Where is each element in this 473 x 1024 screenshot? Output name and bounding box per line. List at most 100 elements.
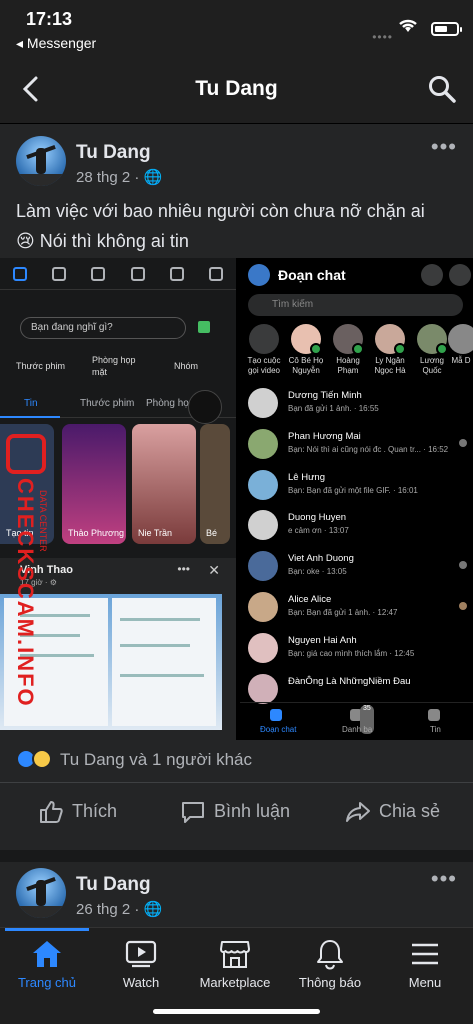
comment-button[interactable]: Bình luận xyxy=(180,799,320,825)
more-options-icon[interactable]: ••• xyxy=(431,866,457,892)
watermark-logo xyxy=(6,434,46,474)
next-post: Tu Dang 26 thg 2 · 🌐 ••• xyxy=(0,862,473,932)
post-date: 28 thg 2 · 🌐 xyxy=(76,168,162,186)
post-author[interactable]: Tu Dang xyxy=(76,874,151,896)
contact-story: Mẫ D xyxy=(448,324,473,366)
home-icon xyxy=(12,266,27,281)
messenger-tabs: Đoạn chat 35 Danh bạ Tin xyxy=(240,702,473,740)
reactions-row[interactable]: Tu Dang và 1 người khác xyxy=(16,746,456,776)
feed-more-icon: ••• xyxy=(177,562,190,576)
post-text-line: 😢 Nói thì không ai tin xyxy=(16,231,189,251)
home-icon xyxy=(33,941,61,967)
groups-icon xyxy=(91,266,106,281)
tab-notifications-label: Thông báo xyxy=(298,975,362,990)
tab-home[interactable]: Trang chủ xyxy=(0,938,94,990)
quick-actions: Thước phim Phòng họp mặt Nhóm xyxy=(0,350,236,384)
camera-icon xyxy=(421,264,443,286)
post-text-line: Làm việc với bao nhiêu người còn chưa nỡ… xyxy=(16,201,425,221)
tab-home-label: Trang chủ xyxy=(17,975,77,990)
chat-row: Nguyen Hai Anh Bạn: giá cao mình thích lắ… xyxy=(240,629,473,670)
reactions-summary: Tu Dang và 1 người khác xyxy=(60,750,252,769)
signal-icon: •••• xyxy=(372,30,393,44)
bell-icon xyxy=(169,266,184,281)
tab-stories: Tin xyxy=(24,398,38,409)
tab-marketplace[interactable]: Marketplace xyxy=(188,938,282,990)
share-label: Chia sẻ xyxy=(379,801,441,821)
menu-icon xyxy=(209,266,224,281)
post-date-text: 26 thg 2 · xyxy=(76,901,140,918)
chat-row: Dương Tiến Minh Bạn đã gửi 1 ảnh. · 16:55 xyxy=(240,384,473,425)
status-time: 17:13 xyxy=(26,9,73,29)
more-options-icon[interactable]: ••• xyxy=(431,134,457,160)
tab-notifications[interactable]: Thông báo xyxy=(283,938,377,990)
bell-icon xyxy=(317,940,343,970)
share-button[interactable]: Chia sẻ xyxy=(345,799,455,825)
watch-icon xyxy=(125,940,157,968)
messenger-title: Đoạn chat xyxy=(278,267,346,283)
globe-icon: 🌐 xyxy=(143,901,163,918)
friends-icon xyxy=(51,266,66,281)
chat-list: Dương Tiến Minh Bạn đã gửi 1 ảnh. · 16:55… xyxy=(240,384,473,710)
marketplace-icon xyxy=(220,941,250,968)
post-date: 26 thg 2 · 🌐 xyxy=(76,900,162,918)
watch-icon xyxy=(130,266,145,281)
quick-rooms: Phòng họp mặt xyxy=(92,355,136,377)
post-body: Làm việc với bao nhiêu người còn chưa nỡ… xyxy=(16,196,456,256)
feed-separator xyxy=(0,850,473,862)
wifi-icon xyxy=(399,19,417,32)
chat-row: Alice Alice Bạn: Bạn đã gửi 1 ảnh. · 12:4… xyxy=(240,588,473,629)
status-bar: 17:13 ◂ Messenger •••• xyxy=(0,0,473,56)
home-indicator xyxy=(153,1009,320,1014)
share-icon xyxy=(346,802,370,822)
mute-icon xyxy=(188,390,222,424)
post-actions: Thích Bình luận Chia sẻ xyxy=(0,782,473,840)
search-icon[interactable] xyxy=(427,74,457,104)
tab-menu[interactable]: Menu xyxy=(378,938,472,990)
messenger-header: Đoạn chat xyxy=(248,264,473,292)
author-avatar[interactable] xyxy=(16,868,66,918)
composer: Bạn đang nghĩ gì? xyxy=(0,313,236,343)
like-label: Thích xyxy=(72,801,118,821)
bottom-tab-bar: Trang chủ Watch Marketplace Thông báo Me… xyxy=(0,927,473,1024)
author-avatar[interactable] xyxy=(16,136,66,186)
messenger-avatar xyxy=(248,264,270,286)
post-image[interactable]: Bạn đang nghĩ gì? Thước phim Phòng họp m… xyxy=(0,258,473,740)
messenger-screenshot: Đoạn chat Tìm kiếm Tạo cuộc gọi video Cô… xyxy=(240,258,473,740)
like-button[interactable]: Thích xyxy=(38,799,138,825)
post-date-text: 28 thg 2 · xyxy=(76,169,140,186)
watermark-subtext: DATA CENTER xyxy=(38,490,48,552)
messenger-tab-contacts: Danh bạ xyxy=(342,725,373,734)
post-author[interactable]: Tu Dang xyxy=(76,142,151,164)
tab-indicator xyxy=(0,416,60,418)
fb-top-icons xyxy=(0,258,236,290)
messenger-search: Tìm kiếm xyxy=(248,294,463,316)
story-label: Bé xyxy=(206,528,218,538)
tab-reels: Thước phim xyxy=(80,398,135,409)
chat-row: Viet Anh Duong Bạn: oke · 13:05 xyxy=(240,547,473,588)
back-to-messenger-link[interactable]: ◂ Messenger xyxy=(16,35,96,52)
hamburger-menu-icon xyxy=(412,943,438,965)
story-label: Thảo Phương xyxy=(68,528,124,538)
photo-icon xyxy=(198,321,210,333)
tab-marketplace-label: Marketplace xyxy=(199,975,271,990)
active-tab-indicator xyxy=(5,928,89,931)
story-card: Nie Trần xyxy=(132,424,196,544)
contact-story: Cô Bé Họ Nguyễn xyxy=(284,324,328,376)
stories-tab-icon xyxy=(428,709,440,721)
story-card: Bé xyxy=(200,424,230,544)
globe-icon: 🌐 xyxy=(143,169,163,186)
composer-placeholder: Bạn đang nghĩ gì? xyxy=(20,317,186,339)
contact-story: Tạo cuộc gọi video xyxy=(242,324,286,376)
thumbs-up-icon xyxy=(40,801,63,823)
tab-watch-label: Watch xyxy=(122,975,160,990)
contact-story: Ly Ngân Ngọc Hà xyxy=(368,324,412,376)
tab-watch[interactable]: Watch xyxy=(94,938,188,990)
top-nav: Tu Dang xyxy=(0,56,473,124)
story-card: Thảo Phương xyxy=(62,424,126,544)
messenger-tab-stories: Tin xyxy=(430,725,441,734)
watermark-text: CHECKSCAM.INFO xyxy=(13,478,38,708)
chat-row: Phan Hương Mai Bạn: Nói thì ai cũng nói đ… xyxy=(240,425,473,466)
close-icon: ✕ xyxy=(208,562,220,578)
facebook-feed-screenshot: Bạn đang nghĩ gì? Thước phim Phòng họp m… xyxy=(0,258,236,740)
battery-icon xyxy=(431,22,462,36)
